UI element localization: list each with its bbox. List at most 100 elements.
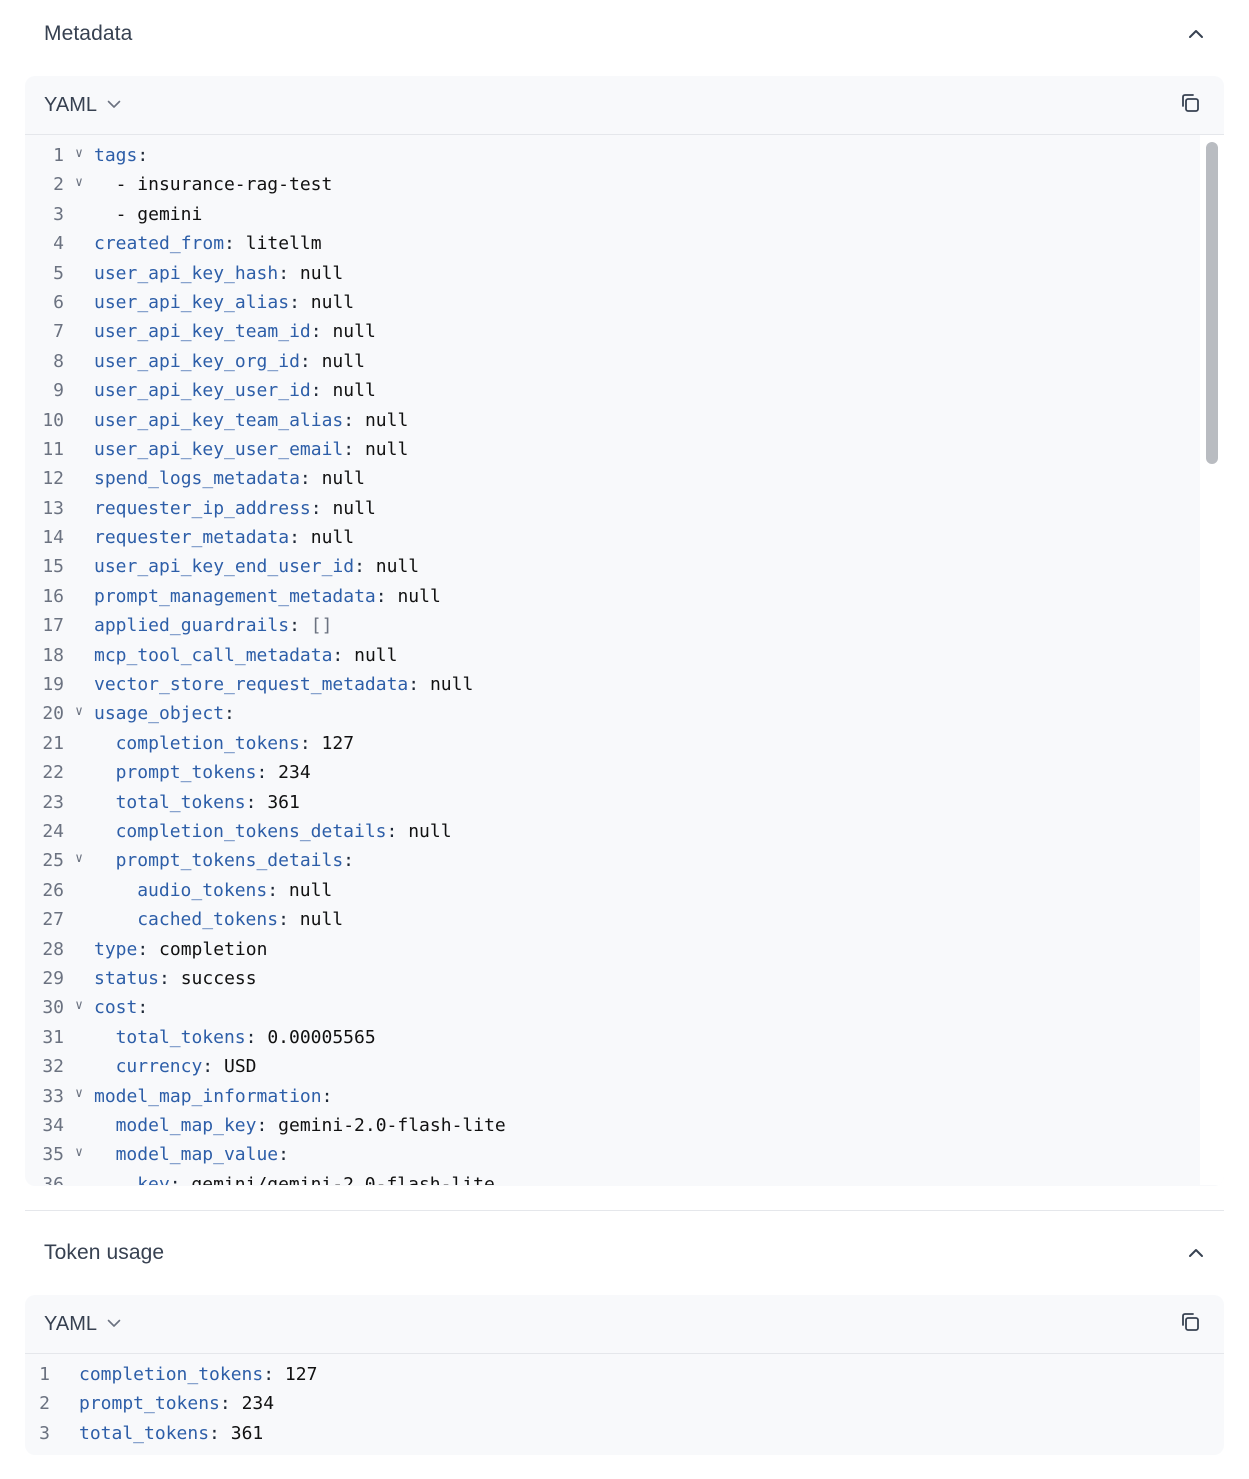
line-number: 21: [42, 732, 64, 754]
yaml-value: null: [310, 527, 355, 549]
yaml-colon: :: [299, 468, 311, 490]
yaml-key: user_api_key_end_user_id: [94, 556, 355, 578]
yaml-value: null: [321, 350, 365, 372]
yaml-value: null: [397, 585, 441, 607]
yaml-value: 127: [321, 732, 355, 754]
fold-chevron-icon[interactable]: ∨: [64, 1140, 94, 1169]
line-number: 7: [53, 321, 64, 343]
token-usage-format-select[interactable]: YAML: [44, 1313, 121, 1336]
yaml-key: user_api_key_hash: [94, 262, 279, 284]
metadata-scrollbar[interactable]: [1200, 135, 1224, 1185]
yaml-value: 361: [267, 791, 300, 813]
token-usage-code-editor[interactable]: 1 completion_tokens: 127 2 prompt_tokens: 2…: [25, 1354, 1224, 1455]
code-line: 22 prompt_tokens: 234: [25, 758, 1224, 787]
fold-gutter: [64, 435, 94, 464]
yaml-colon: :: [256, 1114, 268, 1136]
metadata-copy-button[interactable]: [1178, 93, 1202, 117]
line-number: 3: [53, 203, 64, 225]
fold-gutter: [64, 670, 94, 699]
yaml-key: model_map_information: [94, 1085, 322, 1107]
yaml-value: 361: [230, 1422, 264, 1444]
code-line: 31 total_tokens: 0.00005565: [25, 1023, 1224, 1052]
code-line-content: completion_tokens: 127: [94, 729, 354, 758]
line-number: 30: [42, 997, 64, 1019]
yaml-value: null: [354, 644, 398, 666]
token-usage-section-title: Token usage: [44, 1241, 165, 1264]
yaml-value: 234: [241, 1393, 275, 1415]
yaml-key: cached_tokens: [137, 909, 279, 931]
line-number: 18: [42, 644, 64, 666]
fold-gutter: [64, 523, 94, 552]
yaml-key: completion_tokens: [115, 732, 300, 754]
code-line: 16 prompt_management_metadata: null: [25, 582, 1224, 611]
metadata-section-header[interactable]: Metadata: [25, 6, 1224, 62]
code-line-content: user_api_key_team_alias: null: [94, 406, 408, 435]
fold-gutter: [64, 641, 94, 670]
yaml-colon: :: [263, 1364, 275, 1385]
yaml-value: null: [408, 820, 452, 842]
fold-chevron-icon[interactable]: ∨: [64, 170, 94, 199]
code-line: 30 ∨ cost:: [25, 993, 1224, 1022]
line-number: 15: [42, 556, 64, 578]
code-line: 18 mcp_tool_call_metadata: null: [25, 641, 1224, 670]
yaml-colon: :: [299, 732, 311, 754]
token-usage-section-header[interactable]: Token usage: [25, 1225, 1224, 1281]
yaml-key: total_tokens: [79, 1422, 210, 1444]
fold-chevron-icon[interactable]: ∨: [64, 141, 94, 170]
metadata-code-editor[interactable]: 1 ∨ tags: 2 ∨ - insurance-rag-test 3- gemini 4 c…: [25, 135, 1224, 1185]
yaml-value: null: [332, 497, 376, 519]
fold-gutter: [64, 876, 94, 905]
chevron-up-icon[interactable]: [1187, 1244, 1205, 1262]
line-number: 22: [42, 762, 64, 784]
metadata-format-select[interactable]: YAML: [44, 94, 121, 117]
line-number: 26: [42, 879, 64, 901]
yaml-key: key: [137, 1173, 170, 1185]
line-number: 12: [42, 468, 64, 490]
code-line-content: key: gemini/gemini-2.0-flash-lite: [94, 1170, 495, 1185]
line-number: 33: [42, 1085, 64, 1107]
code-line: 28 type: completion: [25, 935, 1224, 964]
fold-gutter: [64, 729, 94, 758]
fold-gutter: [64, 1111, 94, 1140]
code-line: 8 user_api_key_org_id: null: [25, 347, 1224, 376]
fold-chevron-icon[interactable]: ∨: [64, 993, 94, 1022]
token-usage-copy-button[interactable]: [1178, 1312, 1202, 1336]
line-number: 28: [42, 938, 64, 960]
fold-gutter: [64, 905, 94, 934]
yaml-key: prompt_tokens: [115, 762, 257, 784]
fold-gutter: [64, 229, 94, 258]
code-line-content: user_api_key_org_id: null: [94, 347, 365, 376]
yaml-key: spend_logs_metadata: [94, 468, 300, 490]
code-line: 15 user_api_key_end_user_id: null: [25, 552, 1224, 581]
yaml-value: USD: [223, 1056, 257, 1078]
yaml-key: vector_store_request_metadata: [94, 674, 409, 696]
line-number: 2: [53, 174, 64, 196]
yaml-colon: :: [386, 820, 398, 842]
code-line-content: status: success: [94, 964, 257, 993]
token-usage-code-panel: YAML 1 completion_tokens: 127 2 prompt_toke…: [25, 1295, 1224, 1455]
metadata-scrollbar-thumb[interactable]: [1206, 142, 1218, 464]
yaml-key: prompt_tokens: [79, 1393, 220, 1415]
yaml-key: type: [94, 938, 138, 960]
fold-chevron-icon[interactable]: ∨: [64, 846, 94, 875]
code-line: 6 user_api_key_alias: null: [25, 288, 1224, 317]
yaml-key: created_from: [94, 233, 225, 255]
fold-gutter: [64, 935, 94, 964]
yaml-value: null: [332, 380, 376, 402]
yaml-value: null: [299, 909, 344, 931]
yaml-colon: :: [375, 585, 387, 607]
yaml-key: model_map_key: [115, 1114, 257, 1136]
line-number: 36: [42, 1173, 64, 1185]
section-divider: [25, 1210, 1224, 1211]
fold-chevron-icon[interactable]: ∨: [64, 1082, 94, 1111]
line-number: 29: [42, 967, 64, 989]
code-line: 36 key: gemini/gemini-2.0-flash-lite: [25, 1170, 1224, 1185]
fold-chevron-icon[interactable]: ∨: [64, 699, 94, 728]
yaml-value: litellm: [245, 233, 322, 255]
chevron-up-icon[interactable]: [1187, 25, 1205, 43]
code-line-content: spend_logs_metadata: null: [94, 464, 365, 493]
line-number: 8: [53, 350, 64, 372]
yaml-value: null: [332, 321, 376, 343]
yaml-key: user_api_key_alias: [94, 291, 290, 313]
line-number: 10: [42, 409, 64, 431]
